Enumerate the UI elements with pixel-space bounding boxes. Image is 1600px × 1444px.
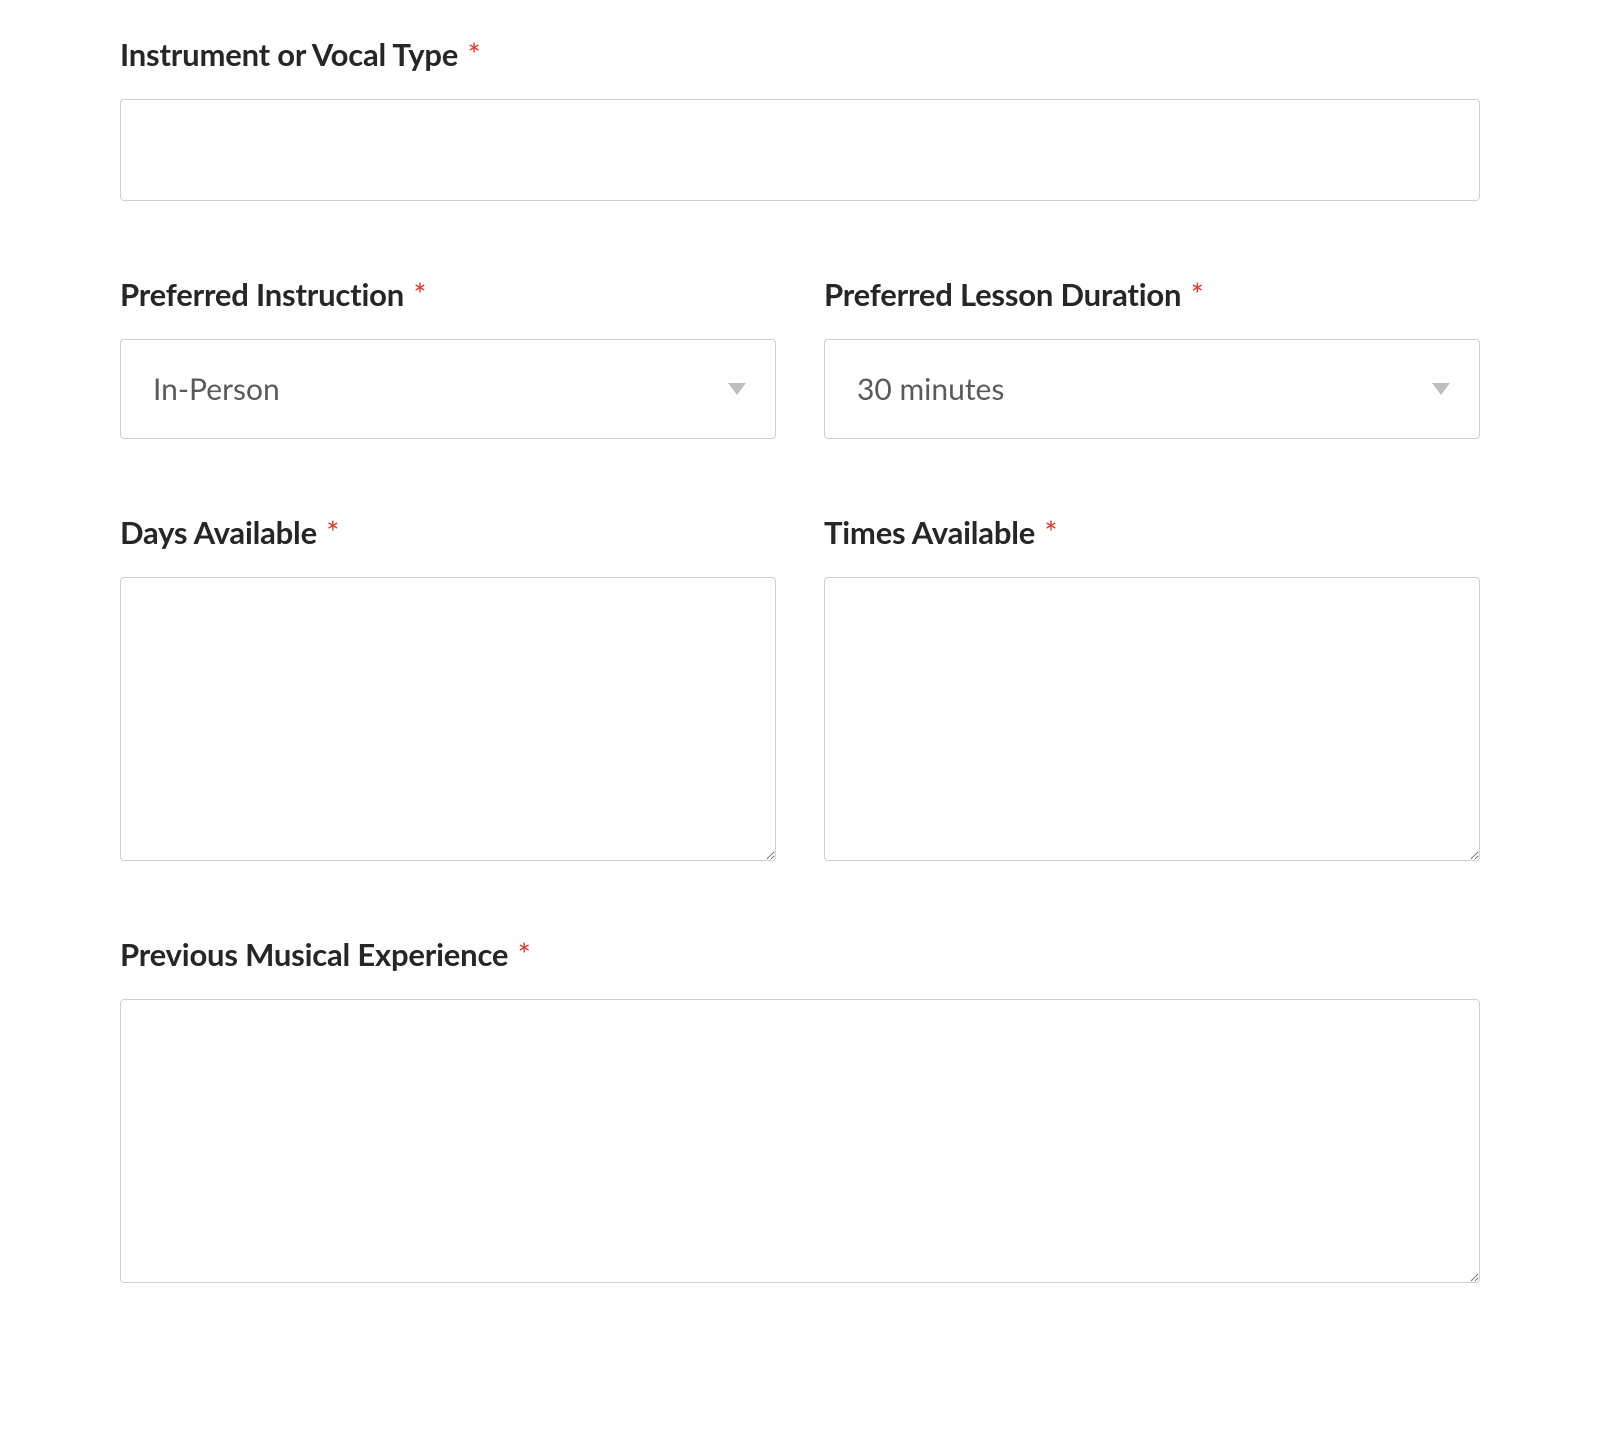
required-indicator: *: [1191, 275, 1204, 313]
days-textarea[interactable]: [120, 577, 776, 861]
instrument-label-text: Instrument or Vocal Type: [120, 35, 458, 73]
days-label-text: Days Available: [120, 513, 317, 551]
days-label: Days Available *: [120, 513, 776, 551]
duration-select[interactable]: 30 minutes: [824, 339, 1480, 439]
duration-label: Preferred Lesson Duration *: [824, 275, 1480, 313]
instruction-label: Preferred Instruction *: [120, 275, 776, 313]
duration-label-text: Preferred Lesson Duration: [824, 275, 1181, 313]
instrument-input[interactable]: [120, 99, 1480, 201]
required-indicator: *: [326, 513, 339, 551]
instruction-label-text: Preferred Instruction: [120, 275, 404, 313]
required-indicator: *: [413, 275, 426, 313]
instruction-select[interactable]: In-Person: [120, 339, 776, 439]
times-label-text: Times Available: [824, 513, 1035, 551]
instrument-label: Instrument or Vocal Type *: [120, 35, 1480, 73]
times-label: Times Available *: [824, 513, 1480, 551]
experience-label-text: Previous Musical Experience: [120, 935, 508, 973]
required-indicator: *: [1044, 513, 1057, 551]
duration-field: Preferred Lesson Duration * 30 minutes: [824, 275, 1480, 439]
required-indicator: *: [518, 935, 531, 973]
experience-field: Previous Musical Experience *: [120, 935, 1480, 1283]
experience-label: Previous Musical Experience *: [120, 935, 1480, 973]
instruction-select-wrap: In-Person: [120, 339, 776, 439]
days-field: Days Available *: [120, 513, 776, 861]
experience-textarea[interactable]: [120, 999, 1480, 1283]
times-textarea[interactable]: [824, 577, 1480, 861]
instrument-field: Instrument or Vocal Type *: [120, 35, 1480, 201]
required-indicator: *: [467, 35, 480, 73]
times-field: Times Available *: [824, 513, 1480, 861]
duration-select-wrap: 30 minutes: [824, 339, 1480, 439]
instruction-field: Preferred Instruction * In-Person: [120, 275, 776, 439]
